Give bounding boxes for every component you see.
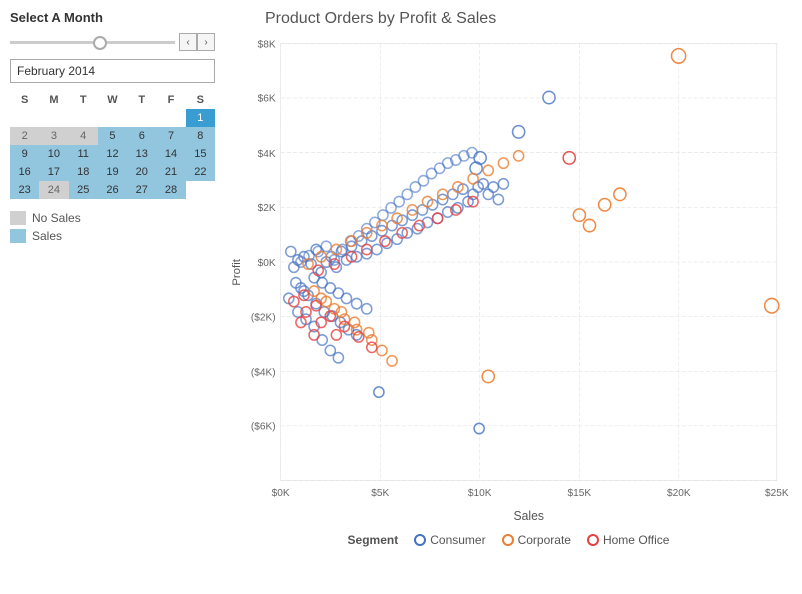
slider-track[interactable] — [10, 41, 175, 44]
calendar-day — [10, 109, 39, 127]
svg-text:($2K): ($2K) — [251, 312, 276, 323]
next-month-button[interactable]: › — [197, 33, 215, 51]
calendar-day[interactable]: 17 — [39, 163, 68, 181]
svg-text:($4K): ($4K) — [251, 367, 276, 378]
svg-text:$4K: $4K — [258, 149, 276, 160]
calendar-day[interactable]: 18 — [69, 163, 98, 181]
calendar-day — [69, 109, 98, 127]
svg-text:($6K): ($6K) — [251, 421, 276, 432]
chart-area: $8K $6K $4K $2K $0K ($2K) ($4K) ($6K) $0… — [225, 33, 792, 543]
calendar-day[interactable]: 6 — [127, 127, 156, 145]
calendar-day[interactable]: 8 — [186, 127, 215, 145]
svg-text:$0K: $0K — [272, 488, 290, 499]
calendar-day — [186, 181, 215, 199]
calendar-day[interactable]: 21 — [156, 163, 185, 181]
svg-text:Sales: Sales — [514, 509, 544, 523]
calendar-day — [39, 109, 68, 127]
legend-sales-box — [10, 229, 26, 243]
calendar-day[interactable]: 7 — [156, 127, 185, 145]
calendar-day[interactable]: 13 — [127, 145, 156, 163]
calendar-day[interactable]: 25 — [69, 181, 98, 199]
calendar-day[interactable]: 24 — [39, 181, 68, 199]
calendar-day[interactable]: 26 — [98, 181, 127, 199]
svg-text:$10K: $10K — [468, 488, 492, 499]
legend-sales-label: Sales — [32, 229, 62, 243]
svg-text:$15K: $15K — [567, 488, 591, 499]
slider-container: ‹ › — [10, 33, 215, 51]
calendar-day[interactable]: 23 — [10, 181, 39, 199]
legend-sales: Sales — [10, 229, 215, 243]
calendar-day — [127, 109, 156, 127]
scatter-chart: $8K $6K $4K $2K $0K ($2K) ($4K) ($6K) $0… — [225, 33, 792, 543]
calendar-day[interactable]: 14 — [156, 145, 185, 163]
calendar-day[interactable]: 22 — [186, 163, 215, 181]
calendar-day[interactable]: 19 — [98, 163, 127, 181]
calendar-day[interactable]: 28 — [156, 181, 185, 199]
svg-text:$2K: $2K — [258, 203, 276, 214]
calendar-day — [98, 109, 127, 127]
calendar-day[interactable]: 3 — [39, 127, 68, 145]
svg-text:$8K: $8K — [258, 39, 276, 50]
calendar-day[interactable]: 2 — [10, 127, 39, 145]
calendar-day[interactable]: 11 — [69, 145, 98, 163]
calendar-day[interactable]: 16 — [10, 163, 39, 181]
calendar-day[interactable]: 9 — [10, 145, 39, 163]
calendar-header: S — [186, 91, 215, 109]
calendar-day[interactable]: 12 — [98, 145, 127, 163]
calendar-header: S — [10, 91, 39, 109]
calendar-day[interactable]: 5 — [98, 127, 127, 145]
legend-no-sales-label: No Sales — [32, 211, 81, 225]
svg-text:$6K: $6K — [258, 94, 276, 105]
calendar-day[interactable]: 20 — [127, 163, 156, 181]
prev-month-button[interactable]: ‹ — [179, 33, 197, 51]
calendar-header: M — [39, 91, 68, 109]
calendar-day — [156, 109, 185, 127]
calendar-day[interactable]: 10 — [39, 145, 68, 163]
calendar-header: F — [156, 91, 185, 109]
calendar-day[interactable]: 27 — [127, 181, 156, 199]
svg-text:$5K: $5K — [371, 488, 389, 499]
calendar-day[interactable]: 1 — [186, 109, 215, 127]
svg-text:$25K: $25K — [765, 488, 789, 499]
svg-text:$0K: $0K — [258, 258, 276, 269]
legend-no-sales-box — [10, 211, 26, 225]
chart-title: Product Orders by Profit & Sales — [265, 10, 792, 28]
calendar-header: T — [69, 91, 98, 109]
month-input[interactable] — [10, 59, 215, 83]
calendar: SMTWTFS 12345678910111213141516171819202… — [10, 91, 215, 199]
calendar-header: W — [98, 91, 127, 109]
svg-text:$20K: $20K — [667, 488, 691, 499]
right-panel: Product Orders by Profit & Sales — [225, 0, 802, 594]
calendar-day[interactable]: 15 — [186, 145, 215, 163]
slider-thumb[interactable] — [93, 36, 107, 50]
select-month-title: Select A Month — [10, 10, 215, 25]
calendar-header: T — [127, 91, 156, 109]
svg-text:Profit: Profit — [231, 258, 243, 286]
calendar-day[interactable]: 4 — [69, 127, 98, 145]
calendar-legend: No Sales Sales — [10, 211, 215, 243]
left-panel: Select A Month ‹ › SMTWTFS 1234567891011… — [0, 0, 225, 594]
legend-no-sales: No Sales — [10, 211, 215, 225]
